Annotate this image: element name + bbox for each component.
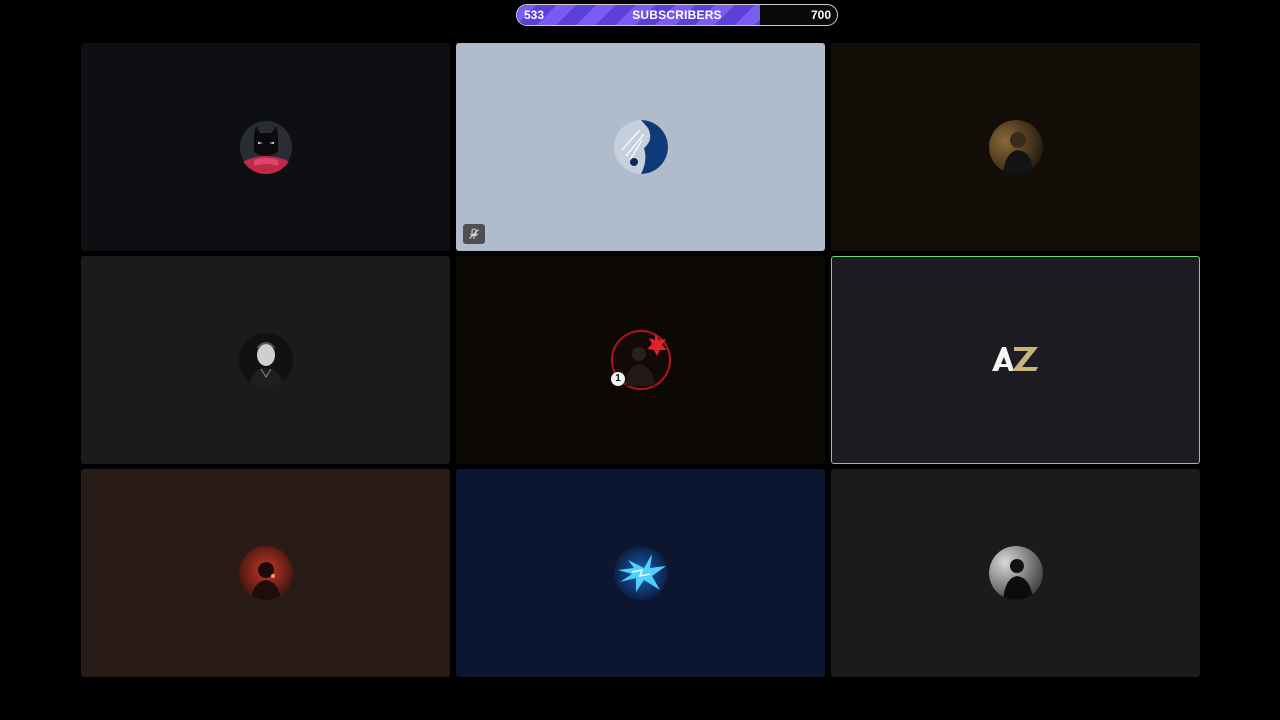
participant-grid: 1	[81, 43, 1200, 677]
goal-target-count: 700	[810, 8, 831, 22]
mic-muted-icon	[463, 224, 485, 244]
participant-tile[interactable]: 1	[456, 256, 825, 464]
participant-tile[interactable]	[81, 256, 450, 464]
participant-tile[interactable]	[81, 43, 450, 251]
participant-tile-speaking[interactable]	[831, 256, 1200, 464]
goal-label: SUBSCRIBERS	[632, 8, 722, 22]
red-smoke-avatar[interactable]	[238, 546, 293, 600]
participant-tile[interactable]	[456, 469, 825, 677]
subscriber-goal-bar: 533 SUBSCRIBERS 700	[516, 4, 838, 26]
blue-silhouette-avatar[interactable]	[613, 120, 668, 174]
man-portrait-bw-avatar[interactable]	[238, 333, 293, 387]
participant-tile[interactable]	[831, 469, 1200, 677]
man-portrait-dark-avatar[interactable]	[988, 120, 1043, 174]
az-logo-avatar[interactable]	[986, 333, 1046, 387]
participant-tile[interactable]	[81, 469, 450, 677]
participant-tile[interactable]	[831, 43, 1200, 251]
blue-lightning-avatar[interactable]	[613, 546, 668, 600]
participant-number-badge: 1	[611, 372, 625, 386]
participant-tile[interactable]	[456, 43, 825, 251]
dark-figure-avatar[interactable]	[988, 546, 1043, 600]
stream-overlay: 533 SUBSCRIBERS 700 1	[0, 0, 1280, 720]
batman-hood-avatar[interactable]	[239, 120, 293, 174]
